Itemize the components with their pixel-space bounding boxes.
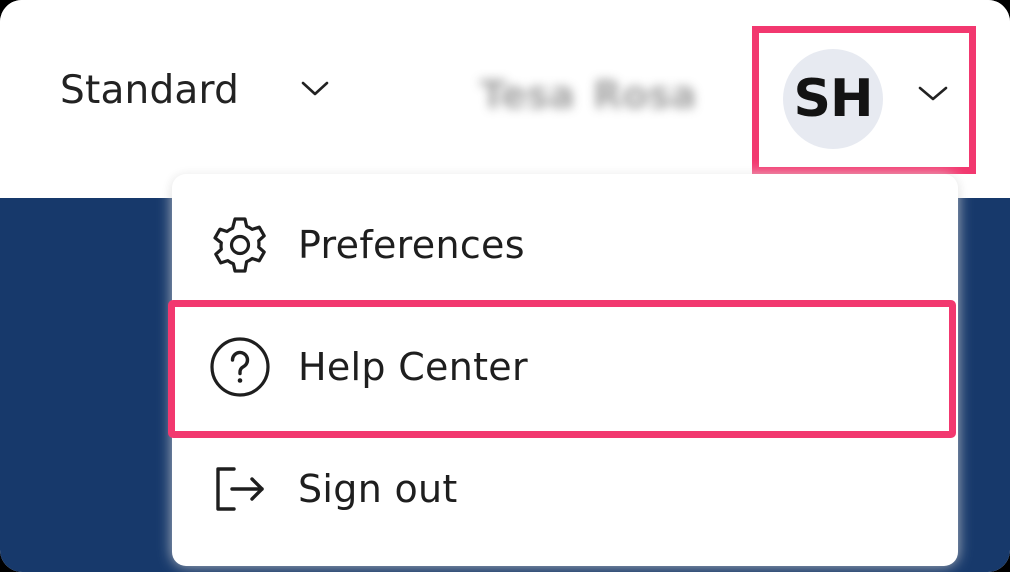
chevron-down-icon bbox=[918, 86, 948, 101]
menu-item-label: Preferences bbox=[298, 223, 525, 267]
gear-icon bbox=[208, 213, 272, 277]
top-bar: Standard Tesa Rosa SH bbox=[0, 0, 1010, 198]
menu-item-label: Help Center bbox=[298, 345, 528, 389]
app-window: Standard Tesa Rosa SH Preferences Help C… bbox=[0, 0, 1010, 572]
user-name-last: Rosa bbox=[592, 73, 697, 117]
mode-select[interactable]: Standard bbox=[60, 64, 350, 116]
help-circle-icon bbox=[208, 335, 272, 399]
menu-item-preferences[interactable]: Preferences bbox=[172, 184, 958, 306]
account-menu-toggle[interactable]: SH bbox=[752, 26, 976, 174]
menu-item-label: Sign out bbox=[298, 467, 458, 511]
chevron-down-icon bbox=[301, 81, 329, 96]
mode-select-value: Standard bbox=[60, 67, 240, 113]
avatar: SH bbox=[783, 49, 883, 149]
menu-item-help-center[interactable]: Help Center bbox=[172, 306, 958, 428]
user-name-first: Tesa bbox=[480, 73, 575, 117]
user-name: Tesa Rosa bbox=[480, 66, 736, 124]
account-menu: Preferences Help Center Sign out bbox=[172, 174, 958, 566]
sign-out-icon bbox=[208, 457, 272, 521]
menu-item-sign-out[interactable]: Sign out bbox=[172, 428, 958, 550]
